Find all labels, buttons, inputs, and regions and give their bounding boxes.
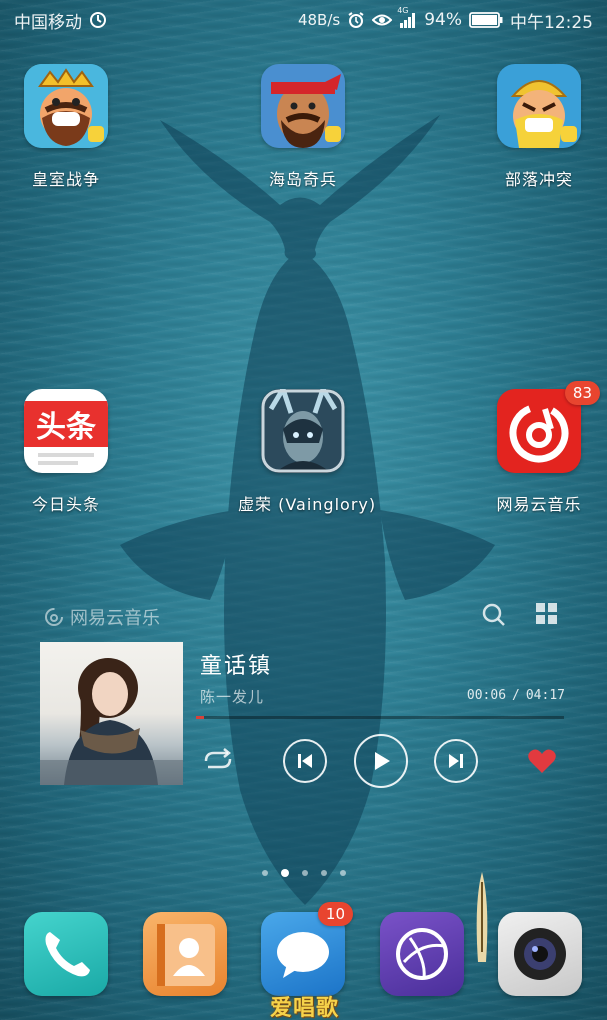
app-label: 网易云音乐 [496,495,582,514]
song-artist: 陈一发儿 [200,688,265,706]
dock-camera[interactable] [498,912,582,996]
page-dot [339,870,346,876]
app-vainglory[interactable]: 虚荣 (Vainglory) [238,389,377,515]
progress-fill [196,716,205,719]
app-clash-royale[interactable]: 皇室战争 [1,64,131,190]
repeat-icon[interactable] [200,742,236,778]
search-icon[interactable] [481,602,507,632]
clock: 中午12:25 [510,12,593,33]
app-label: 海岛奇兵 [268,170,337,189]
album-cover[interactable] [40,642,183,785]
heart-icon[interactable] [524,744,560,778]
app-label: 虚荣 (Vainglory) [238,495,377,514]
toutiao-icon: 头条 [24,389,108,473]
song-time: 00:06/04:17 [466,688,565,703]
boom-beach-icon [261,64,345,148]
grid-icon[interactable] [535,602,559,632]
dock-phone[interactable] [24,912,108,996]
dock-browser[interactable] [380,912,464,996]
clash-of-clans-icon [497,64,581,148]
widget-brand: 网易云音乐 [44,604,160,630]
widget-brand-label: 网易云音乐 [70,608,160,629]
music-widget: 网易云音乐 童话镇 陈一发儿 00:06/04:17 [0,596,607,806]
signal-icon: 4G [397,6,417,28]
network-type: 4G [397,6,409,15]
dock-contacts[interactable] [143,912,227,996]
dock-messages[interactable]: 10 [261,902,353,996]
previous-icon[interactable] [283,739,327,783]
page-dot [261,870,268,876]
app-boom-beach[interactable]: 海岛奇兵 [238,64,368,190]
sync-icon [89,11,107,29]
notification-badge: 83 [564,381,600,405]
status-bar: 中国移动 48B/s 4G 94% 中午12:25 [0,0,607,40]
page-dot [320,870,327,876]
battery-icon [469,12,503,28]
next-icon[interactable] [434,739,478,783]
app-netease-music[interactable]: 83 网易云音乐 [474,381,604,515]
netease-logo-icon [45,608,63,626]
elapsed-time: 00:06 [466,688,507,703]
eye-icon [372,13,393,27]
page-dot [301,870,308,876]
browser-icon [380,912,464,996]
progress-bar[interactable] [196,716,564,719]
battery-percent: 94% [424,10,462,30]
contacts-icon [143,912,227,996]
phone-icon [24,912,108,996]
app-label: 皇室战争 [31,170,100,189]
app-label: 部落冲突 [504,170,573,189]
watermark: 爱唱歌 [270,996,340,1020]
page-dot [280,869,289,877]
boat-wallpaper [476,872,488,962]
page-indicator [0,869,607,877]
network-speed: 48B/s [297,11,341,29]
clash-royale-icon [24,64,108,148]
toutiao-logo-text: 头条 [24,401,108,447]
song-title: 童话镇 [200,654,273,679]
vainglory-icon [261,389,345,473]
camera-icon [498,912,582,996]
app-toutiao[interactable]: 头条 今日头条 [1,389,131,515]
notification-badge: 10 [317,902,353,926]
alarm-icon [347,11,365,29]
app-label: 今日头条 [31,495,100,514]
total-duration: 04:17 [525,688,565,703]
play-icon[interactable] [354,734,408,788]
carrier-name: 中国移动 [14,12,82,33]
app-clash-of-clans[interactable]: 部落冲突 [474,64,604,190]
